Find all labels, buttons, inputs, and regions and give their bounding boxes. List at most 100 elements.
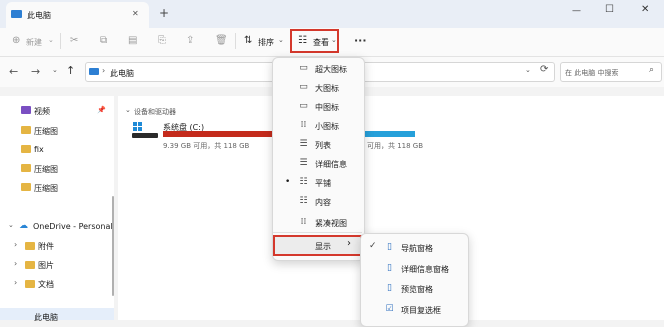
folder-icon — [25, 261, 35, 269]
list-icon: ☰ — [299, 139, 308, 149]
details-pane-icon: ▯ — [387, 263, 392, 273]
back-icon[interactable]: ← — [9, 65, 18, 78]
folder-icon — [21, 126, 31, 134]
address-path: 此电脑 — [110, 69, 134, 78]
drive-usage-bar — [163, 131, 273, 137]
menu-item-small-icons[interactable]: ⁞⁞ 小图标 — [272, 117, 363, 135]
sidebar-item-label[interactable]: 压缩图 — [34, 126, 58, 137]
close-window-button[interactable]: ✕ — [641, 4, 649, 15]
nav-scrollbar[interactable] — [112, 196, 114, 296]
sidebar-item-label[interactable]: 压缩图 — [34, 164, 58, 175]
menu-divider — [273, 232, 362, 233]
search-icon[interactable]: ⌕ — [649, 65, 654, 75]
sidebar-item-label[interactable]: 附件 — [38, 241, 54, 252]
menu-item-compact-view[interactable]: ⁞⁞ 紧凑视图 — [272, 214, 363, 232]
small-icons-icon: ⁞⁞ — [300, 120, 307, 130]
pc-icon — [11, 10, 22, 18]
maximize-button[interactable]: ☐ — [605, 4, 614, 15]
menu-item-list[interactable]: ☰ 列表 — [272, 136, 363, 154]
submenu-item-details-pane[interactable]: ▯ 详细信息窗格 — [360, 258, 467, 278]
details-icon: ☰ — [299, 158, 308, 168]
search-placeholder: 在 此电脑 中搜索 — [565, 69, 619, 77]
section-title: 设备和驱动器 — [134, 108, 176, 116]
pc-icon — [89, 68, 99, 75]
chevron-right-icon: › — [102, 66, 106, 75]
folder-icon — [21, 164, 31, 172]
menu-item-label: 大图标 — [315, 84, 339, 93]
sidebar-item-label[interactable]: 此电脑 — [34, 312, 58, 323]
chevron-down-icon[interactable]: ⌄ — [525, 66, 531, 74]
sidebar-item-label[interactable]: 文档 — [38, 279, 54, 290]
drive-free-space: 可用，共 118 GB — [367, 142, 424, 150]
copy-icon[interactable]: ⧉ — [100, 35, 107, 46]
menu-item-content[interactable]: ☷ 内容 — [272, 193, 363, 211]
sidebar-item-label[interactable]: 压缩图 — [34, 183, 58, 194]
expand-icon[interactable]: ⌄ — [8, 221, 14, 229]
extra-large-icons-icon: ▭ — [299, 63, 308, 73]
menu-item-label: 显示 — [315, 242, 331, 251]
sort-button[interactable]: 排序 — [258, 37, 274, 48]
menu-item-label: 平铺 — [315, 179, 331, 188]
toolbar-divider — [235, 33, 236, 49]
cloud-icon: ☁ — [19, 221, 28, 231]
sidebar-item-label[interactable]: 图片 — [38, 260, 54, 271]
menu-item-details[interactable]: ☰ 详细信息 — [272, 155, 363, 173]
minimize-button[interactable]: — — [572, 6, 581, 16]
menu-item-large-icons[interactable]: ▭ 大图标 — [272, 79, 363, 97]
submenu-item-item-checkboxes[interactable]: ☑ 项目复选框 — [360, 299, 467, 319]
menu-item-medium-icons[interactable]: ▭ 中图标 — [272, 98, 363, 116]
submenu-item-label: 导航窗格 — [401, 244, 433, 253]
chevron-down-icon[interactable]: ⌄ — [52, 66, 58, 74]
folder-icon — [25, 242, 35, 250]
preview-pane-icon: ▯ — [387, 283, 392, 293]
sidebar-item-label[interactable]: 视频 — [34, 106, 50, 117]
chevron-right-icon[interactable]: › — [14, 240, 17, 249]
submenu-item-navigation-pane[interactable]: ✓ ▯ 导航窗格 — [360, 237, 467, 257]
chevron-down-icon: ⌄ — [278, 36, 284, 44]
windows-logo-icon — [133, 122, 143, 131]
new-plus-icon[interactable]: ⊕ — [12, 35, 20, 46]
cut-icon[interactable]: ✂ — [70, 35, 78, 46]
menu-item-tiles[interactable]: • ☷ 平铺 — [272, 174, 363, 192]
forward-icon[interactable]: → — [31, 65, 40, 78]
sidebar-item-label[interactable]: fix — [34, 145, 44, 154]
drive-usage-bar — [365, 131, 415, 137]
show-submenu-items: ✓ ▯ 导航窗格 ▯ 详细信息窗格 ▯ 预览窗格 ☑ 项目复选框 — [360, 237, 467, 320]
chevron-down-icon: ⌄ — [48, 36, 54, 44]
menu-item-extra-large-icons[interactable]: ▭ 超大图标 — [272, 60, 363, 78]
new-tab-button[interactable]: + — [159, 6, 169, 20]
menu-item-label: 列表 — [315, 141, 331, 150]
large-icons-icon: ▭ — [299, 82, 308, 92]
drive-usage-fill — [163, 131, 273, 137]
submenu-item-label: 详细信息窗格 — [401, 265, 449, 274]
up-icon[interactable]: ↑ — [66, 64, 75, 77]
collapse-icon[interactable]: ⌄ — [125, 106, 131, 114]
toolbar-divider — [60, 33, 61, 49]
refresh-icon[interactable]: ⟳ — [540, 64, 548, 75]
submenu-item-preview-pane[interactable]: ▯ 预览窗格 — [360, 278, 467, 298]
menu-item-label: 小图标 — [315, 122, 339, 131]
sort-icon[interactable]: ⇅ — [244, 35, 252, 46]
drive-free-space: 9.39 GB 可用，共 118 GB — [163, 142, 250, 150]
chevron-right-icon[interactable]: › — [14, 259, 17, 268]
delete-icon[interactable]: 🗑 — [215, 35, 228, 46]
medium-icons-icon: ▭ — [299, 101, 308, 111]
more-button[interactable]: ··· — [354, 34, 367, 47]
chevron-right-icon: › — [347, 238, 351, 249]
tiles-icon: ☷ — [299, 177, 308, 187]
menu-item-label: 超大图标 — [315, 65, 347, 74]
tab-title: 此电脑 — [27, 11, 51, 20]
rename-icon[interactable]: ⎘ — [158, 35, 166, 46]
chevron-right-icon[interactable]: › — [14, 278, 17, 287]
tab-close-icon[interactable]: ✕ — [132, 9, 139, 18]
menu-item-label: 内容 — [315, 198, 331, 207]
view-button[interactable]: 查看 — [313, 37, 329, 48]
drive-icon — [132, 133, 158, 138]
paste-icon[interactable]: ▤ — [128, 35, 137, 46]
pin-icon: 📌 — [97, 106, 106, 114]
sidebar-item-label[interactable]: OneDrive - Personal — [33, 222, 113, 231]
new-button[interactable]: 新建 — [26, 37, 42, 48]
selected-dot-icon: • — [285, 177, 291, 187]
share-icon[interactable]: ⇪ — [186, 35, 194, 46]
folder-icon — [21, 183, 31, 191]
